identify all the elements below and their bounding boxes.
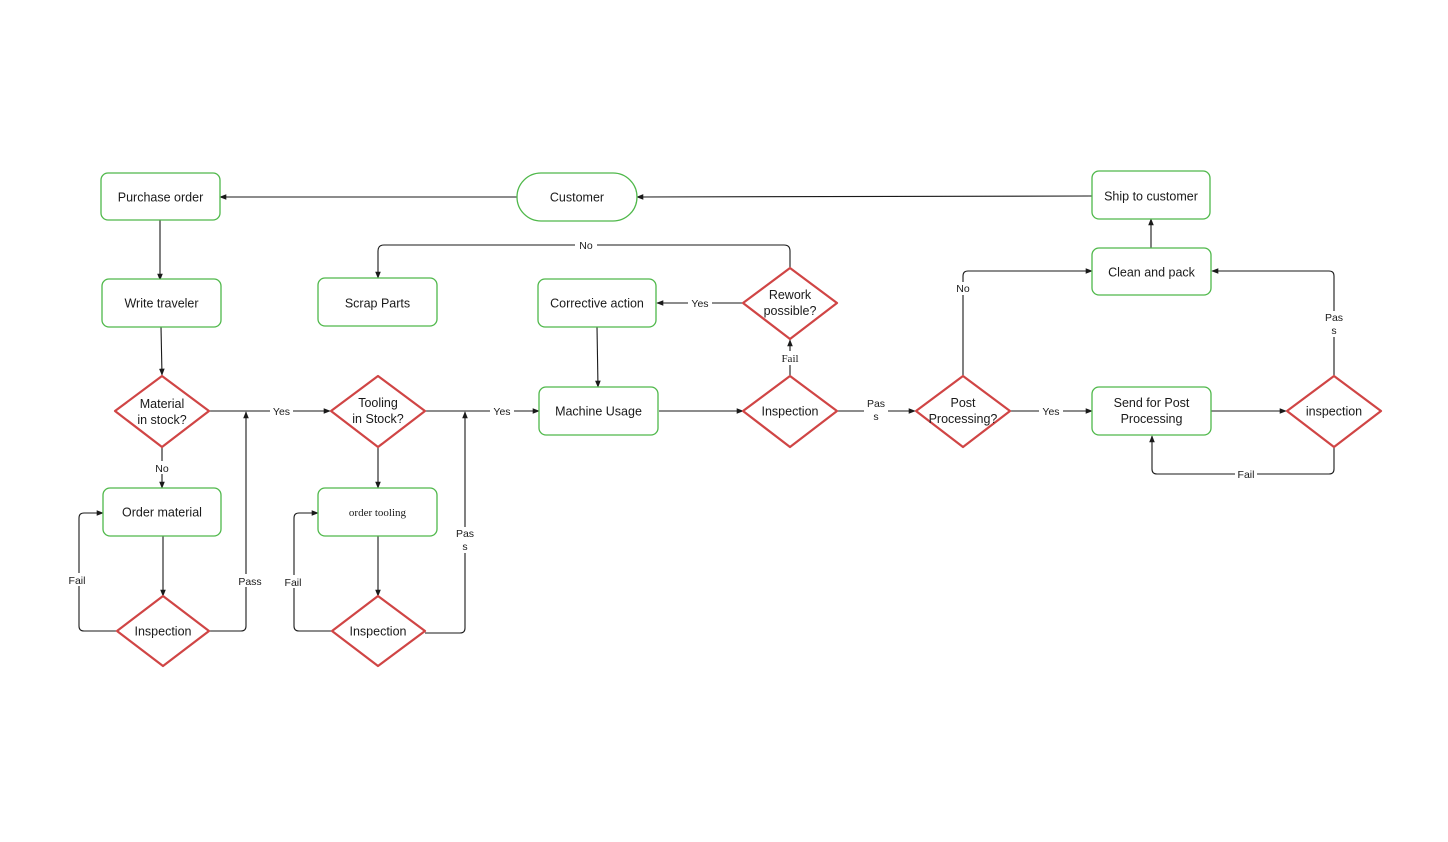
node-inspection-material[interactable]: Inspection: [115, 594, 211, 668]
node-customer[interactable]: Customer: [516, 172, 638, 222]
label-material-pass: Pass: [238, 576, 261, 588]
node-corrective-action[interactable]: Corrective action: [537, 278, 657, 328]
node-order-material-label: Order material: [122, 506, 202, 520]
node-send-post-processing-label-2: Processing: [1121, 412, 1183, 426]
edge-write-traveler-to-material: [159, 326, 165, 376]
node-tooling-in-stock[interactable]: Tooling in Stock?: [329, 374, 427, 449]
node-material-in-stock-label-2: in stock?: [137, 413, 186, 427]
node-customer-label: Customer: [550, 191, 604, 205]
node-order-material[interactable]: Order material: [102, 487, 222, 537]
edge-corrective-to-machine: [595, 326, 601, 388]
node-post-processing-label-1: Post: [950, 396, 976, 410]
node-machine-usage-label: Machine Usage: [555, 405, 642, 419]
node-ship-to-customer-label: Ship to customer: [1104, 190, 1198, 204]
label-material-fail: Fail: [69, 575, 86, 587]
edge-post-no: [962, 268, 1093, 375]
label-rework-yes: Yes: [691, 298, 708, 310]
node-send-post-processing[interactable]: Send for Post Processing: [1091, 386, 1212, 436]
node-material-in-stock[interactable]: Material in stock?: [113, 374, 211, 449]
label-tooling-fail: Fail: [285, 577, 302, 589]
node-scrap-parts-label: Scrap Parts: [345, 297, 410, 311]
label-material-no: No: [155, 463, 169, 475]
node-clean-and-pack[interactable]: Clean and pack: [1091, 247, 1212, 296]
node-inspection-machine-label: Inspection: [762, 405, 819, 419]
label-post-yes: Yes: [1042, 406, 1059, 418]
node-rework-possible-label-2: possible?: [764, 304, 817, 318]
node-post-processing-label-2: Processing?: [929, 412, 998, 426]
label-material-yes: Yes: [273, 406, 290, 418]
label-tooling-yes: Yes: [493, 406, 510, 418]
node-order-tooling[interactable]: order tooling: [317, 487, 438, 537]
label-machine-pass-1: Pas: [867, 398, 885, 410]
node-inspection-tooling[interactable]: Inspection: [330, 594, 427, 668]
label-machine-fail: Fail: [781, 353, 798, 365]
node-ship-to-customer[interactable]: Ship to customer: [1091, 170, 1211, 220]
node-corrective-action-label: Corrective action: [550, 297, 644, 311]
edge-post-inspection-pass: [1211, 268, 1335, 375]
label-post-inspection-fail: Fail: [1238, 469, 1255, 481]
node-write-traveler-label: Write traveler: [124, 297, 198, 311]
node-inspection-material-label: Inspection: [135, 625, 192, 639]
node-scrap-parts[interactable]: Scrap Parts: [317, 277, 438, 327]
label-post-no: No: [956, 283, 970, 295]
node-rework-possible-label-1: Rework: [769, 288, 812, 302]
node-clean-and-pack-label: Clean and pack: [1108, 266, 1196, 280]
label-tooling-pass-2: s: [462, 541, 467, 553]
flowchart-canvas: Yes No Fail Pass Yes Fail Pas s No Yes F…: [67, 170, 1383, 668]
label-tooling-pass-1: Pas: [456, 528, 474, 540]
node-purchase-order[interactable]: Purchase order: [100, 172, 221, 221]
node-rework-possible[interactable]: Rework possible?: [741, 266, 839, 341]
node-write-traveler[interactable]: Write traveler: [101, 278, 222, 328]
node-inspection-post-label: inspection: [1306, 405, 1362, 419]
label-post-inspection-pass-2: s: [1331, 325, 1336, 337]
label-rework-no: No: [579, 240, 593, 252]
node-material-in-stock-label-1: Material: [140, 397, 184, 411]
node-order-tooling-label: order tooling: [349, 507, 407, 519]
node-inspection-tooling-label: Inspection: [350, 625, 407, 639]
node-inspection-machine[interactable]: Inspection: [741, 374, 839, 449]
label-machine-pass-2: s: [873, 411, 878, 423]
node-purchase-order-label: Purchase order: [118, 191, 203, 205]
node-send-post-processing-label-1: Send for Post: [1114, 396, 1190, 410]
node-inspection-post[interactable]: inspection: [1285, 374, 1383, 449]
node-post-processing[interactable]: Post Processing?: [914, 374, 1012, 449]
node-machine-usage[interactable]: Machine Usage: [538, 386, 659, 436]
edge-ship-to-customer: [636, 194, 1093, 200]
node-tooling-in-stock-label-2: in Stock?: [352, 412, 403, 426]
label-post-inspection-pass-1: Pas: [1325, 312, 1343, 324]
node-tooling-in-stock-label-1: Tooling: [358, 396, 398, 410]
